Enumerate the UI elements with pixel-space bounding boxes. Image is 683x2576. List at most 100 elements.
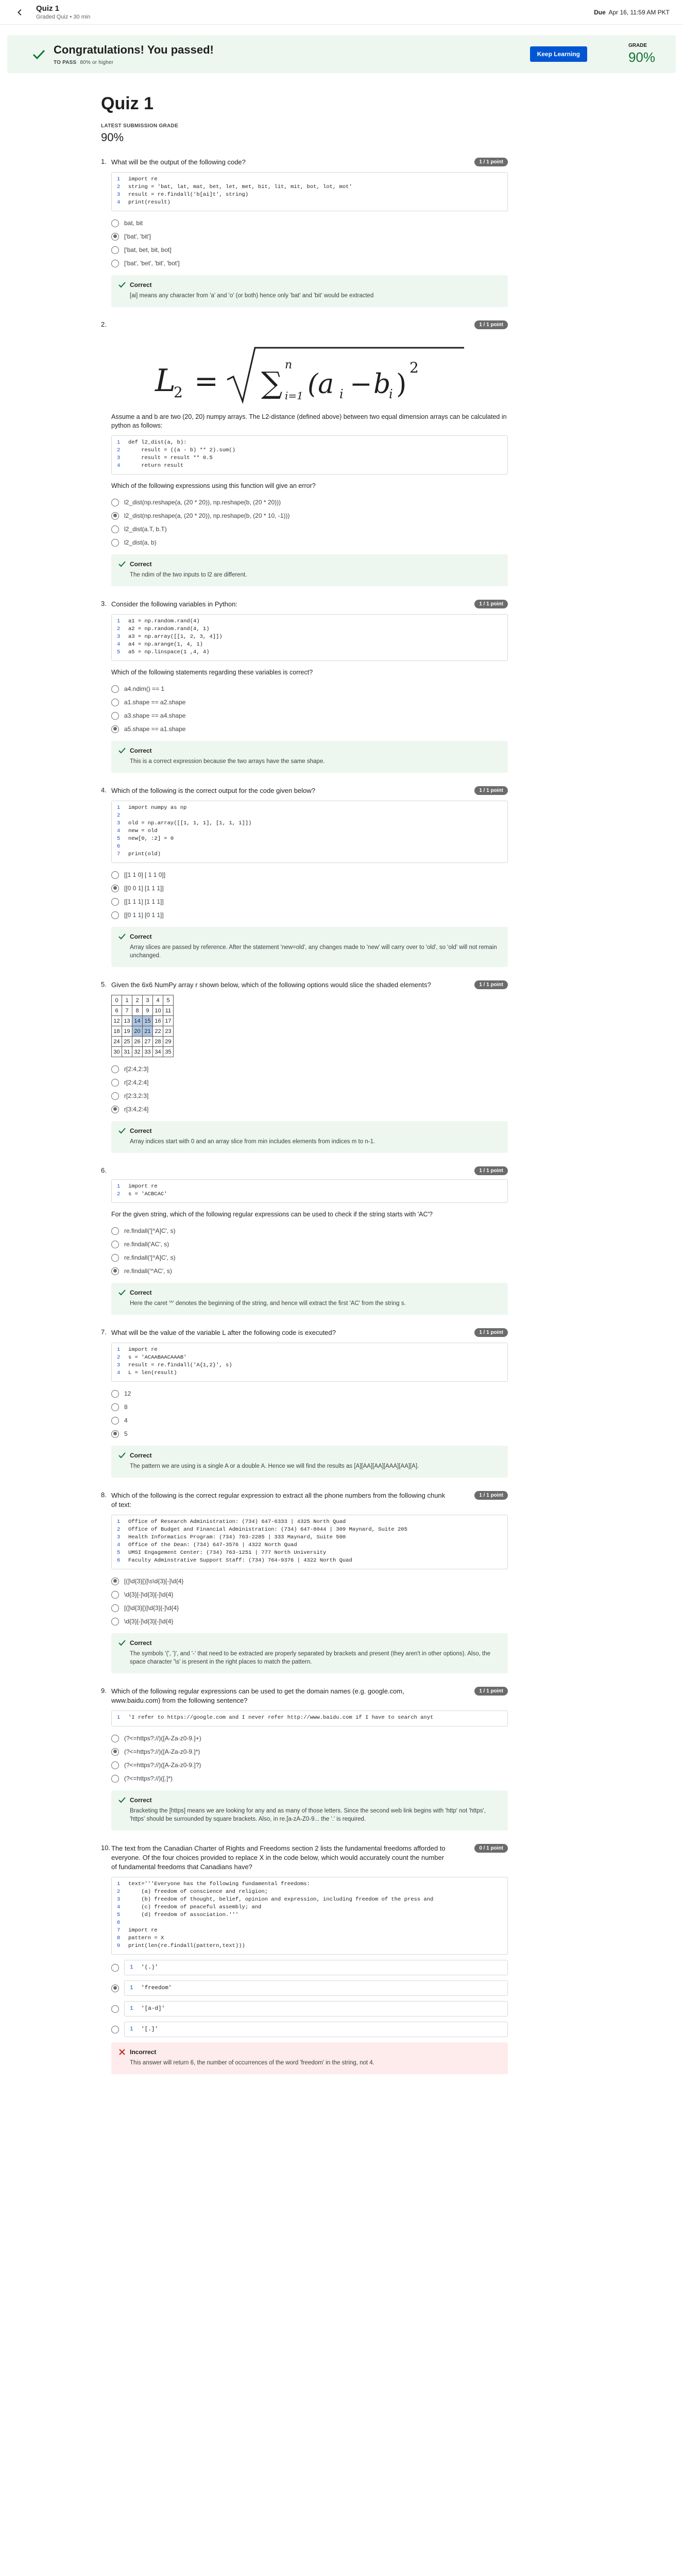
radio-button[interactable] — [111, 1590, 119, 1599]
answer-option[interactable]: [[0 0 1] [1 1 1]] — [111, 882, 508, 895]
question-text: Given the 6x6 NumPy array r shown below,… — [111, 981, 431, 989]
answer-option[interactable]: 1 'freedom' — [111, 1980, 508, 1996]
radio-button[interactable] — [111, 1748, 119, 1756]
answer-option[interactable]: r[3:4,2:4] — [111, 1103, 508, 1116]
answer-option[interactable]: r[2:4,2:3] — [111, 1062, 508, 1076]
radio-button[interactable] — [111, 1253, 119, 1262]
line-number: 3 — [117, 192, 121, 198]
answer-options: (?<=https?://)([A-Za-z0-9.]+) (?<=https?:… — [111, 1732, 508, 1785]
radio-button[interactable] — [111, 1078, 119, 1087]
question-body: 1 import re 2 s = 'ACAABAACAAAB' 3 result = r… — [111, 1343, 508, 1478]
answer-option[interactable]: r[2:3,2:3] — [111, 1089, 508, 1103]
code-text: import re — [128, 1927, 158, 1934]
answer-option[interactable]: (?<=https?://)([A-Za-z0-9.]+) — [111, 1732, 508, 1745]
radio-button[interactable] — [111, 711, 119, 720]
radio-button[interactable] — [111, 1227, 119, 1235]
radio-button[interactable] — [111, 1389, 119, 1398]
question-header: 4. Which of the following is the correct … — [101, 786, 508, 795]
answer-option[interactable]: [(]\d{3}[)]\s\d{3}[-]\d{4} — [111, 1574, 508, 1588]
back-arrow-icon[interactable] — [13, 6, 27, 19]
answer-option[interactable]: [[1 1 1] [1 1 1]] — [111, 895, 508, 908]
feedback-text: The symbols '(', ')', and '-' that need … — [130, 1651, 490, 1665]
answer-option[interactable]: re.findall('^AC', s) — [111, 1264, 508, 1278]
radio-button[interactable] — [111, 1403, 119, 1411]
radio-button[interactable] — [111, 498, 119, 506]
radio-button[interactable] — [111, 1092, 119, 1100]
radio-button[interactable] — [111, 1416, 119, 1425]
radio-button[interactable] — [111, 685, 119, 693]
question-number: 1. — [101, 158, 107, 165]
answer-option[interactable]: (?<=https?://)([A-Za-z0-9.]?) — [111, 1758, 508, 1772]
radio-button[interactable] — [111, 1617, 119, 1625]
answer-option[interactable]: \d{3}[-]\d{3}[-]\d{4} — [111, 1615, 508, 1628]
question-text — [111, 1166, 508, 1174]
radio-button[interactable] — [111, 2005, 119, 2013]
option-label: re.findall('[^A]C', s) — [124, 1227, 176, 1234]
answer-option[interactable]: re.findall('[^A]C', s) — [111, 1251, 508, 1264]
answer-option[interactable]: 12 — [111, 1387, 508, 1400]
svg-text:): ) — [396, 369, 406, 400]
answer-option[interactable]: (?<=https?://)([A-Za-z0-9.]*) — [111, 1745, 508, 1758]
answer-option[interactable]: 1 '[a-d]' — [111, 2001, 508, 2016]
answer-option[interactable]: r[2:4,2:4] — [111, 1076, 508, 1089]
answer-option[interactable]: a5.shape == a1.shape — [111, 722, 508, 736]
answer-option[interactable]: l2_dist(a.T, b.T) — [111, 522, 508, 536]
radio-button[interactable] — [111, 512, 119, 520]
radio-button[interactable] — [111, 2025, 119, 2033]
radio-button[interactable] — [111, 1734, 119, 1742]
radio-button[interactable] — [111, 1065, 119, 1073]
points-badge: 1 / 1 point — [474, 320, 508, 329]
answer-option[interactable]: l2_dist(np.reshape(a, (20 * 20)), np.res… — [111, 496, 508, 509]
radio-button[interactable] — [111, 232, 119, 241]
answer-option[interactable]: re.findall('AC', s) — [111, 1238, 508, 1251]
answer-option[interactable]: ['bat', 'bit'] — [111, 230, 508, 243]
radio-button[interactable] — [111, 246, 119, 254]
radio-button[interactable] — [111, 725, 119, 733]
keep-learning-button[interactable]: Keep Learning — [530, 46, 587, 62]
radio-button[interactable] — [111, 259, 119, 267]
radio-button[interactable] — [111, 871, 119, 879]
answer-option[interactable]: [[0 1 1] [0 1 1]] — [111, 908, 508, 922]
answer-option[interactable]: a1.shape == a2.shape — [111, 696, 508, 709]
radio-button[interactable] — [111, 884, 119, 892]
radio-button[interactable] — [111, 525, 119, 533]
code-text: UMSI Engagement Center: (734) 763-1251 |… — [128, 1550, 327, 1556]
radio-button[interactable] — [111, 1963, 119, 1972]
radio-button[interactable] — [111, 1267, 119, 1275]
answer-option[interactable]: ['bat', 'bet', 'bit', 'bot'] — [111, 257, 508, 270]
radio-button[interactable] — [111, 538, 119, 547]
answer-option[interactable]: 1 '(.)' — [111, 1960, 508, 1975]
radio-button[interactable] — [111, 1774, 119, 1783]
code-text: a4 = np.arange(1, 4, 1) — [128, 641, 203, 648]
answer-option[interactable]: bat, bit — [111, 216, 508, 230]
answer-option[interactable]: ['bat, bet, bit, bot] — [111, 243, 508, 257]
code-line: 3 (b) freedom of thought, belief, opinio… — [117, 1896, 502, 1904]
line-number: 1 — [117, 439, 121, 446]
answer-option[interactable]: 4 — [111, 1414, 508, 1427]
due-date: Due Apr 16, 11:59 AM PKT — [594, 9, 670, 16]
answer-option[interactable]: 5 — [111, 1427, 508, 1440]
radio-button[interactable] — [111, 1604, 119, 1612]
radio-button[interactable] — [111, 219, 119, 227]
answer-option[interactable]: a3.shape == a4.shape — [111, 709, 508, 722]
radio-button[interactable] — [111, 1761, 119, 1769]
grid-cell: 2 — [132, 995, 143, 1006]
answer-option[interactable]: re.findall('[^A]C', s) — [111, 1224, 508, 1238]
answer-option[interactable]: 8 — [111, 1400, 508, 1414]
radio-button[interactable] — [111, 1240, 119, 1248]
radio-button[interactable] — [111, 1984, 119, 1992]
answer-option[interactable]: l2_dist(np.reshape(a, (20 * 20)), np.res… — [111, 509, 508, 522]
radio-button[interactable] — [111, 897, 119, 906]
answer-option[interactable]: \d{3}[-]\d{3}[-]\d{4} — [111, 1588, 508, 1601]
answer-option[interactable]: [[1 1 0] [ 1 1 0]] — [111, 868, 508, 882]
radio-button[interactable] — [111, 1430, 119, 1438]
radio-button[interactable] — [111, 698, 119, 706]
answer-option[interactable]: l2_dist(a, b) — [111, 536, 508, 549]
radio-button[interactable] — [111, 1577, 119, 1585]
answer-option[interactable]: a4.ndim() == 1 — [111, 682, 508, 696]
answer-option[interactable]: (?<=https?://)([.]*) — [111, 1772, 508, 1785]
radio-button[interactable] — [111, 1105, 119, 1113]
answer-option[interactable]: [(]\d{3}[)]\d{3}[-]\d{4} — [111, 1601, 508, 1615]
answer-option[interactable]: 1 '[.]' — [111, 2022, 508, 2037]
radio-button[interactable] — [111, 911, 119, 919]
